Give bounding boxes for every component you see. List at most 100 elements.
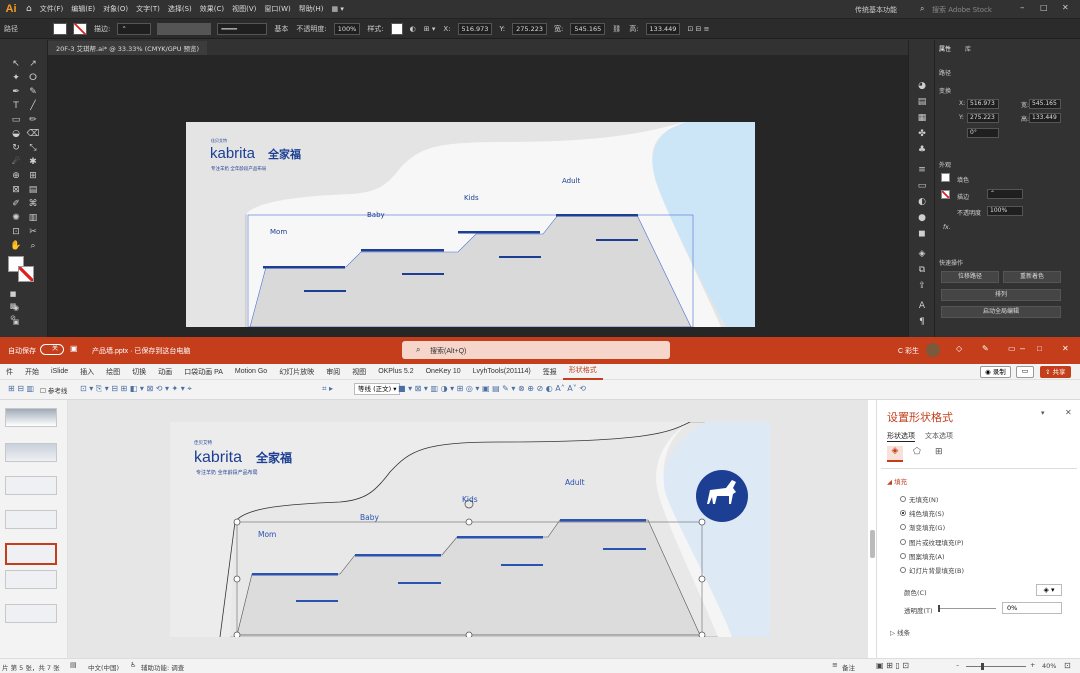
tab-review[interactable]: 审阅: [320, 367, 346, 377]
option-no-fill[interactable]: 无填充(N): [900, 494, 938, 504]
global-edit-button[interactable]: 启动全局编辑: [941, 306, 1061, 318]
menu-view[interactable]: 视图(V): [228, 4, 260, 14]
doc-tab[interactable]: 20F-3 艾琪帮.ai* @ 33.33% (CMYK/GPU 预览): [48, 41, 208, 55]
option-pattern-fill[interactable]: 图案填充(A): [900, 551, 945, 561]
tab-sign[interactable]: 签报: [537, 367, 563, 377]
brushes-icon[interactable]: ✤: [915, 128, 929, 140]
draw-mode-icon[interactable]: ◉: [9, 302, 23, 314]
y-field[interactable]: 275.223: [512, 22, 548, 35]
tab-text-options[interactable]: 文本选项: [925, 431, 953, 441]
zoom-out-icon[interactable]: –: [956, 661, 959, 669]
slide-thumbnail[interactable]: [5, 604, 57, 623]
effects-icon[interactable]: ⬠: [913, 447, 921, 457]
slide-thumbnail-active[interactable]: [5, 543, 57, 565]
pane-dropdown-icon[interactable]: ▾: [1041, 409, 1045, 417]
close-icon[interactable]: ✕: [1062, 3, 1069, 12]
ribbon-display-icon[interactable]: ▭: [1008, 344, 1016, 353]
paragraph-icon[interactable]: ¶: [915, 316, 929, 328]
stroke-profile[interactable]: ━━━━: [217, 22, 268, 35]
accessibility-icon[interactable]: ♿: [130, 661, 136, 669]
graph-tool-icon[interactable]: ▥: [26, 212, 40, 224]
comments-icon[interactable]: ▭: [1016, 366, 1034, 378]
menu-object[interactable]: 对象(O): [99, 4, 132, 14]
puppet-icon[interactable]: ✱: [26, 156, 40, 168]
props-y-field[interactable]: 275.223: [967, 113, 999, 123]
appearance-icon[interactable]: ●: [915, 212, 929, 224]
eraser-icon[interactable]: ⌫: [26, 128, 40, 140]
graphic-styles-icon[interactable]: ◼: [915, 228, 929, 240]
radio-no-fill[interactable]: [900, 496, 906, 502]
view-buttons-icon[interactable]: ▣ ⊞ ▯ ⊡: [876, 661, 909, 670]
shaper-icon[interactable]: ◒: [9, 128, 23, 140]
font-select[interactable]: 等线 (正文) ▾: [354, 383, 401, 395]
type-tool-icon[interactable]: T: [9, 100, 23, 112]
tab-slideshow[interactable]: 幻灯片放映: [273, 367, 320, 377]
x-field[interactable]: 516.973: [457, 22, 493, 35]
grid-icon[interactable]: ⊞ ⊟ ▥: [8, 384, 34, 393]
color-panel-icon[interactable]: ◕: [915, 80, 929, 92]
lasso-icon[interactable]: ⵔ: [26, 72, 40, 84]
file-name[interactable]: 产品墙.pptx · 已保存到这台电脑: [92, 346, 190, 356]
menu-edit[interactable]: 编辑(E): [67, 4, 99, 14]
option-solid-fill[interactable]: 纯色填充(S): [900, 508, 944, 518]
magic-wand-icon[interactable]: ✦: [9, 72, 23, 84]
props-angle-field[interactable]: 0°: [967, 128, 999, 138]
props-stroke-weight[interactable]: ⌃: [987, 189, 1023, 199]
tab-okplus[interactable]: OKPlus 5.2: [372, 368, 419, 375]
menu-help[interactable]: 帮助(H): [295, 4, 328, 14]
line-section-toggle[interactable]: ▷ 线条: [890, 627, 910, 637]
color-picker-button[interactable]: ◈ ▾: [1036, 584, 1062, 596]
align-icon[interactable]: ⊞ ▾: [420, 25, 440, 33]
slice-tool-icon[interactable]: ✂: [26, 226, 40, 238]
size-properties-icon[interactable]: ⊞: [935, 447, 943, 457]
mesh-icon[interactable]: ⊠: [9, 184, 23, 196]
fit-slide-icon[interactable]: ⊡: [1064, 661, 1071, 670]
hand-tool-icon[interactable]: ✋: [9, 240, 23, 252]
tab-file[interactable]: 件: [0, 367, 19, 377]
gradient-icon[interactable]: ▤: [26, 184, 40, 196]
menu-window[interactable]: 窗口(W): [260, 4, 294, 14]
tab-shape-format[interactable]: 形状格式: [562, 364, 603, 380]
tab-draw[interactable]: 绘图: [100, 367, 126, 377]
minimize-icon[interactable]: –: [1020, 343, 1025, 353]
transparency-icon[interactable]: ◐: [915, 196, 929, 208]
autosave-toggle[interactable]: 关: [40, 344, 64, 355]
radio-gradient-fill[interactable]: [900, 524, 906, 530]
radio-solid-fill[interactable]: [900, 510, 906, 516]
maximize-icon[interactable]: □: [1040, 3, 1048, 12]
shape-builder-icon[interactable]: ⊕: [9, 170, 23, 182]
symbol-sprayer-icon[interactable]: ✺: [9, 212, 23, 224]
props-fill-swatch[interactable]: [941, 173, 950, 182]
fill-line-icon[interactable]: ◈: [887, 446, 903, 462]
radio-background-fill[interactable]: [900, 567, 906, 573]
guides-checkbox[interactable]: ☐ 参考线: [40, 385, 67, 395]
slide-thumbnail[interactable]: [5, 443, 57, 462]
tab-motion-go[interactable]: Motion Go: [229, 368, 273, 375]
w-field[interactable]: 545.165: [570, 22, 606, 35]
props-h-field[interactable]: 133.449: [1029, 113, 1061, 123]
option-picture-fill[interactable]: 图片或纹理填充(P): [900, 537, 964, 547]
avatar[interactable]: [926, 343, 940, 357]
scale-icon[interactable]: ⤡: [26, 142, 40, 154]
rectangle-tool-icon[interactable]: ▭: [9, 114, 23, 126]
gradient-panel-icon[interactable]: ▭: [915, 180, 929, 192]
direct-selection-icon[interactable]: ↗: [26, 58, 40, 70]
tab-shape-options[interactable]: 形状选项: [887, 431, 915, 442]
fill-swatch[interactable]: [53, 22, 67, 35]
props-x-field[interactable]: 516.973: [967, 99, 999, 109]
close-icon[interactable]: ✕: [1062, 344, 1069, 353]
fx-button[interactable]: fx.: [943, 224, 951, 231]
selection-tool-icon[interactable]: ↖: [9, 58, 23, 70]
zoom-thumb[interactable]: [981, 663, 984, 670]
tab-view[interactable]: 视图: [346, 367, 372, 377]
layers-icon[interactable]: ◈: [915, 248, 929, 260]
spellcheck-icon[interactable]: ▤: [70, 661, 77, 669]
pane-scrollbar[interactable]: [870, 530, 875, 558]
option-gradient-fill[interactable]: 渐变填充(G): [900, 522, 945, 532]
swatches-icon[interactable]: ▦: [915, 112, 929, 124]
props-stroke-swatch[interactable]: [941, 190, 950, 199]
record-button[interactable]: ◉ 录制: [980, 366, 1011, 378]
paintbrush-icon[interactable]: ✏: [26, 114, 40, 126]
line-tool-icon[interactable]: ╱: [26, 100, 40, 112]
transform-icon[interactable]: ⊡ ⊟ ≡: [683, 25, 713, 33]
